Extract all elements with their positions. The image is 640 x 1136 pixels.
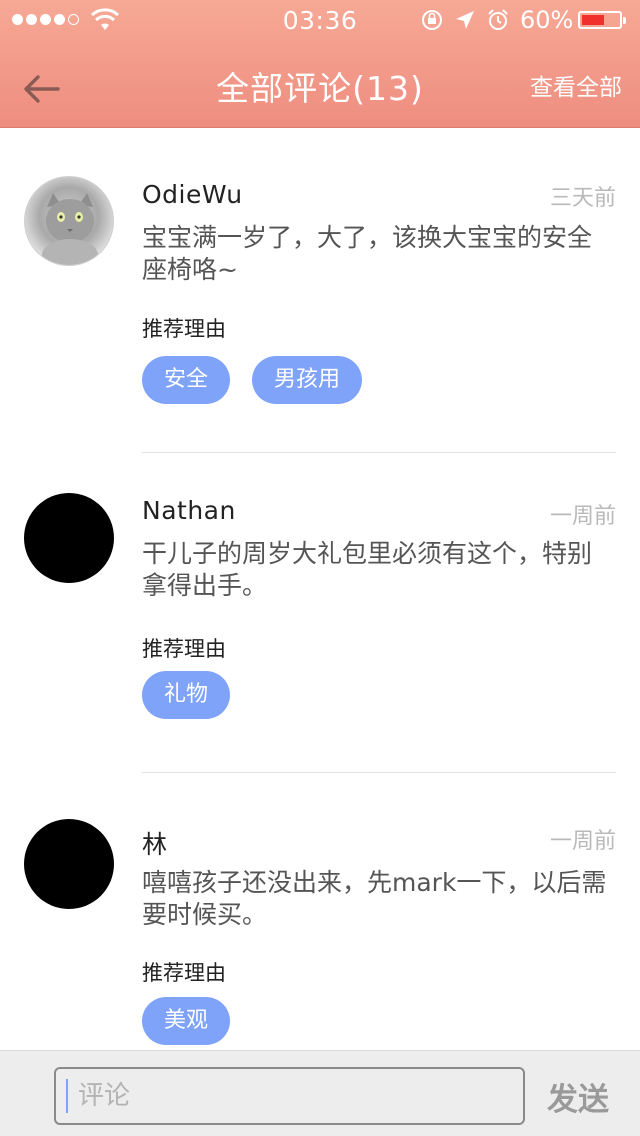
location-arrow-icon	[456, 11, 474, 29]
avatar[interactable]	[24, 819, 114, 909]
comment-username: Nathan	[142, 496, 236, 525]
comment-item: Nathan 一周前 干儿子的周岁大礼包里必须有这个，特别拿得出手。 推荐理由 …	[0, 448, 640, 773]
avatar[interactable]	[24, 493, 114, 583]
tag-appearance[interactable]: 美观	[142, 997, 231, 1045]
text-cursor	[66, 1079, 68, 1113]
status-bar: 03:36 60%	[0, 0, 640, 40]
comment-username: OdieWu	[142, 180, 243, 209]
avatar[interactable]	[24, 176, 114, 266]
header: 03:36 60% 全部评论(13) 查看全部	[0, 0, 640, 128]
reason-tags: 美观	[142, 997, 231, 1045]
recommend-reason-label: 推荐理由	[142, 637, 226, 661]
comment-text: 嘻嘻孩子还没出来，先mark一下，以后需要时候买。	[142, 868, 607, 929]
comment-input-bar: 发送	[0, 1050, 640, 1136]
comment-time: 三天前	[549, 186, 616, 211]
recommend-reason-label: 推荐理由	[142, 317, 226, 341]
comment-time: 一周前	[549, 829, 616, 854]
comment-item: OdieWu 三天前 宝宝满一岁了，大了，该换大宝宝的安全座椅咯~ 推荐理由 安…	[0, 128, 640, 453]
comment-text: 宝宝满一岁了，大了，该换大宝宝的安全座椅咯~	[142, 223, 593, 284]
tag-safety[interactable]: 安全	[142, 356, 231, 404]
back-arrow-icon[interactable]	[18, 64, 66, 112]
status-icons	[420, 8, 510, 32]
reason-tags: 礼物	[142, 671, 231, 719]
view-all-button[interactable]: 查看全部	[530, 68, 622, 102]
comment-username: 林	[142, 830, 168, 859]
comment-text: 干儿子的周岁大礼包里必须有这个，特别拿得出手。	[142, 539, 593, 600]
reason-tags: 安全 男孩用	[142, 356, 363, 404]
cat-avatar-icon	[42, 193, 98, 265]
rotation-lock-icon	[422, 10, 442, 30]
battery-level-fill	[582, 15, 604, 25]
alarm-icon	[488, 9, 508, 30]
battery-icon	[578, 11, 626, 29]
battery-percentage: 60%	[520, 6, 574, 34]
comment-item: 林 一周前 嘻嘻孩子还没出来，先mark一下，以后需要时候买。 推荐理由 美观	[0, 773, 640, 1050]
tag-gift[interactable]: 礼物	[142, 671, 231, 719]
comment-time: 一周前	[549, 504, 616, 529]
comment-input[interactable]	[54, 1067, 525, 1125]
send-button[interactable]: 发送	[530, 1067, 626, 1125]
recommend-reason-label: 推荐理由	[142, 961, 226, 985]
tag-for-boys[interactable]: 男孩用	[252, 356, 363, 404]
